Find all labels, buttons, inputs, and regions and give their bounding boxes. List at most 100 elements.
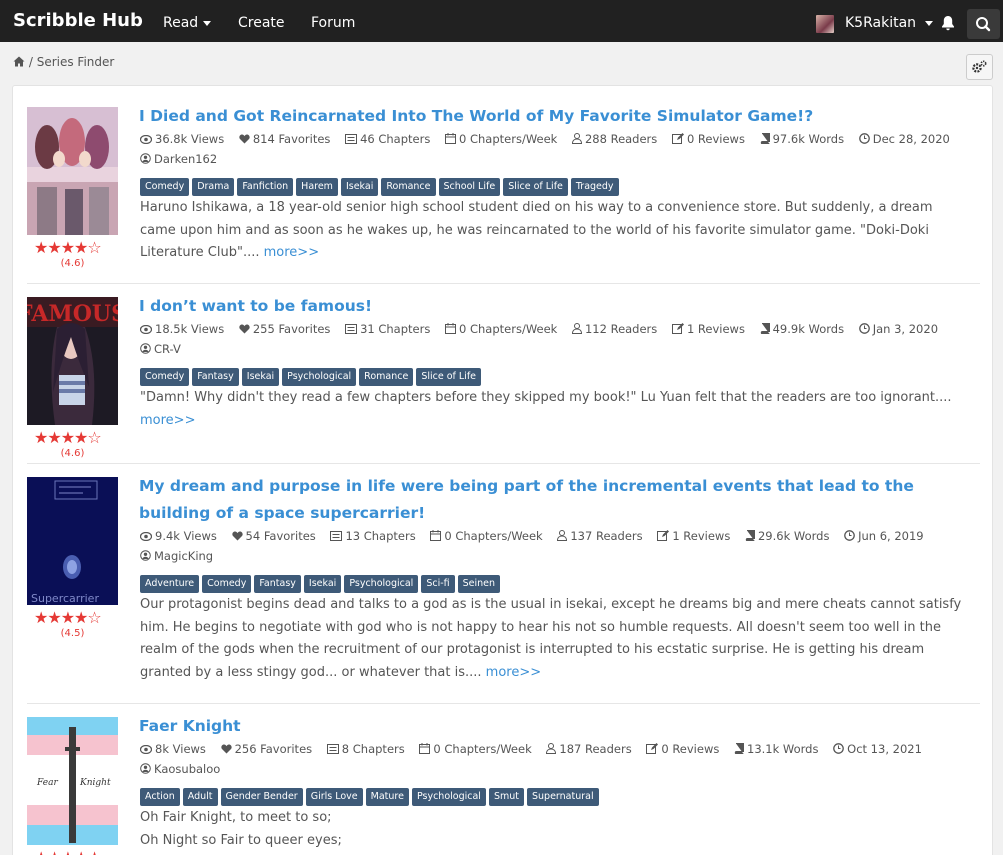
genre-tag[interactable]: Romance — [359, 368, 414, 386]
nav-forum[interactable]: Forum — [311, 15, 355, 31]
genre-tag[interactable]: Isekai — [241, 368, 280, 386]
genre-tag[interactable]: Seinen — [457, 575, 501, 593]
search-button[interactable] — [967, 9, 1000, 39]
genre-tag[interactable]: Drama — [192, 178, 235, 196]
series-meta: 9.4k Views 54 Favorites 13 Chapters 0 Ch… — [140, 529, 935, 543]
series-title[interactable]: I don’t want to be famous! — [139, 293, 969, 320]
nav-create[interactable]: Create — [238, 15, 285, 31]
nav-read[interactable]: Read — [163, 15, 212, 31]
brand-logo[interactable]: Scribble Hub — [13, 10, 143, 31]
genre-tag[interactable]: Action — [140, 788, 180, 806]
genre-tag[interactable]: Isekai — [303, 575, 342, 593]
series-cover[interactable]: Supercarrier — [27, 477, 118, 605]
readers-count: 137 Readers — [570, 529, 643, 543]
chapters-per-week: 0 Chapters/Week — [444, 529, 543, 543]
genre-tags: Comedy Drama Fanfiction Harem Isekai Romance S… — [140, 174, 622, 196]
edit-icon — [671, 323, 684, 334]
more-link[interactable]: more>> — [486, 665, 541, 680]
breadcrumb: / Series Finder — [13, 55, 114, 69]
series-cover[interactable]: Fear Knight — [27, 717, 118, 845]
heart-icon — [220, 744, 232, 754]
genre-tag[interactable]: Slice of Life — [416, 368, 482, 386]
favorites-count: 814 Favorites — [252, 132, 331, 146]
user-circle-icon — [140, 343, 151, 354]
edit-icon — [671, 133, 684, 144]
genre-tag[interactable]: Adventure — [140, 575, 200, 593]
views-count: 18.5k Views — [155, 322, 225, 336]
genre-tag[interactable]: Isekai — [340, 178, 379, 196]
genre-tag[interactable]: Tragedy — [570, 178, 619, 196]
series-author[interactable]: Kaosubaloo — [140, 762, 220, 776]
genre-tag[interactable]: Fanfiction — [237, 178, 294, 196]
genre-tag[interactable]: Romance — [381, 178, 436, 196]
genre-tag[interactable]: Girls Love — [305, 788, 363, 806]
rating-value: (4.5) — [60, 628, 85, 639]
reviews-count: 0 Reviews — [661, 742, 720, 756]
avatar[interactable] — [816, 15, 834, 33]
genre-tag[interactable]: Comedy — [202, 575, 252, 593]
readers-count: 288 Readers — [584, 132, 658, 146]
author-name: MagicKing — [154, 549, 214, 563]
eye-icon — [140, 745, 152, 754]
series-author[interactable]: CR-V — [140, 342, 181, 356]
series-title[interactable]: My dream and purpose in life were being … — [139, 473, 969, 527]
genre-tag[interactable]: Sci-fi — [421, 575, 455, 593]
genre-tag[interactable]: Mature — [365, 788, 409, 806]
chapters-count: 13 Chapters — [345, 529, 416, 543]
genre-tag[interactable]: Comedy — [140, 368, 190, 386]
genre-tag[interactable]: Smut — [488, 788, 524, 806]
eye-icon — [140, 532, 152, 541]
genre-tag[interactable]: Fantasy — [254, 575, 301, 593]
words-count: 49.9k Words — [772, 322, 845, 336]
series-description: Our protagonist begins dead and talks to… — [140, 594, 970, 684]
user-icon — [571, 323, 582, 334]
cover-image: Supercarrier — [27, 477, 118, 605]
more-link[interactable]: more>> — [264, 245, 319, 260]
rating-stars: ★★★★☆ — [34, 238, 102, 257]
genre-tag[interactable]: Psychological — [282, 368, 357, 386]
eye-icon — [140, 135, 152, 144]
rating-value: (4.6) — [60, 448, 85, 459]
user-menu[interactable]: K5Rakitan — [845, 15, 934, 31]
genre-tag[interactable]: Slice of Life — [503, 178, 568, 196]
genre-tag[interactable]: Gender Bender — [220, 788, 303, 806]
genre-tag[interactable]: Adult — [182, 788, 218, 806]
clock-icon — [858, 323, 870, 334]
genre-tag[interactable]: School Life — [438, 178, 501, 196]
last-updated: Jun 6, 2019 — [858, 529, 924, 543]
chapters-per-week: 0 Chapters/Week — [459, 322, 558, 336]
genre-tag[interactable]: Fantasy — [192, 368, 239, 386]
genre-tag[interactable]: Psychological — [411, 788, 486, 806]
series-author[interactable]: MagicKing — [140, 549, 213, 563]
more-link[interactable]: more>> — [140, 413, 195, 428]
series-cover[interactable]: FAMOUS — [27, 297, 118, 425]
genre-tag[interactable]: Comedy — [140, 178, 190, 196]
divider — [27, 463, 980, 464]
rating-value: (4.6) — [60, 258, 85, 269]
genre-tag[interactable]: Harem — [296, 178, 338, 196]
settings-button[interactable] — [966, 54, 993, 80]
series-description: "Damn! Why didn't they read a few chapte… — [140, 387, 970, 432]
genre-tag[interactable]: Supernatural — [526, 788, 599, 806]
chapters-per-week: 0 Chapters/Week — [433, 742, 532, 756]
description-line: Oh Night so Fair to queer eyes; — [140, 832, 342, 848]
views-count: 8k Views — [155, 742, 206, 756]
list-icon — [326, 744, 339, 754]
series-meta: 36.8k Views 814 Favorites 46 Chapters 0 … — [140, 132, 961, 146]
author-name: Darken162 — [154, 152, 218, 166]
bell-icon[interactable] — [940, 15, 956, 31]
series-title[interactable]: I Died and Got Reincarnated Into The Wor… — [139, 103, 969, 130]
cover-text-right: Knight — [79, 778, 111, 788]
calendar-icon — [419, 743, 431, 754]
series-author[interactable]: Darken162 — [140, 152, 217, 166]
series-cover[interactable] — [27, 107, 118, 235]
home-icon[interactable] — [13, 56, 25, 67]
description-line: Oh Fair Knight, to meet to so; — [140, 810, 332, 825]
search-icon — [976, 17, 991, 32]
series-title[interactable]: Faer Knight — [139, 713, 969, 740]
series-description: Oh Fair Knight, to meet to so; Oh Night … — [140, 807, 970, 852]
rating-stars: ★★★★☆ — [34, 608, 102, 627]
genre-tag[interactable]: Psychological — [344, 575, 419, 593]
reviews-count: 1 Reviews — [686, 322, 745, 336]
list-icon — [345, 134, 358, 144]
